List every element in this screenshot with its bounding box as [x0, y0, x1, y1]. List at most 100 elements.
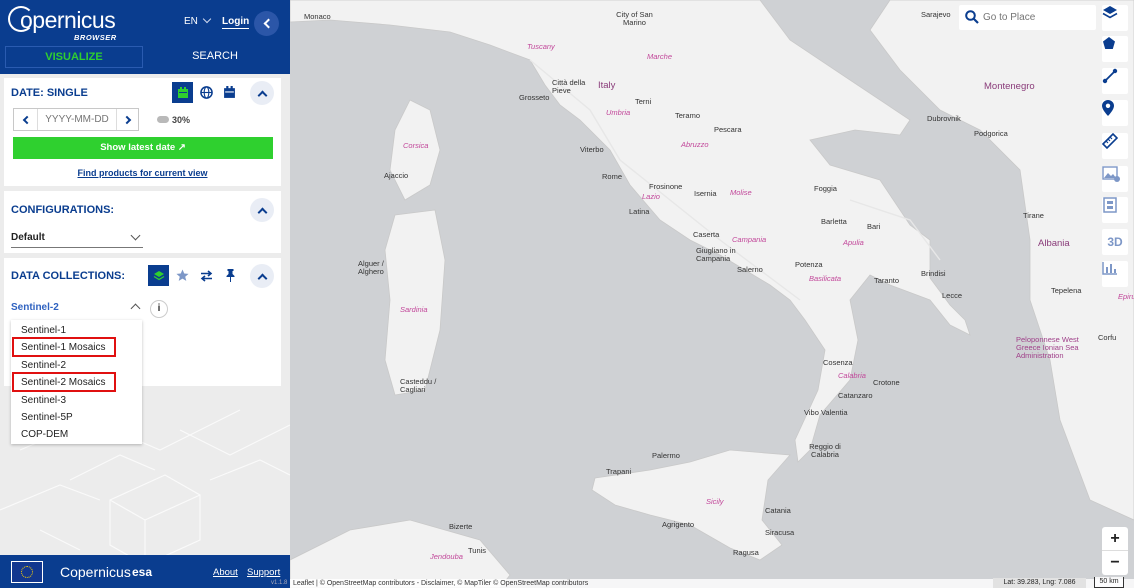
map-label-city: Agrigento [662, 520, 695, 529]
find-products-link[interactable]: Find products for current view [4, 168, 281, 178]
chevron-down-icon [202, 14, 212, 24]
tab-visualize[interactable]: VISUALIZE [5, 46, 143, 68]
map-pin-icon [1102, 100, 1114, 116]
highlight-box [12, 337, 116, 357]
top-bar: opernicus BROWSER EN Login VISUALIZE SEA… [0, 0, 290, 74]
date-range-mode-button[interactable] [219, 82, 240, 103]
map-label-city: Catanzaro [838, 391, 873, 400]
map-label-city: Ragusa [733, 548, 759, 557]
collapse-date-panel-button[interactable] [250, 81, 274, 105]
map-label-region: Abruzzo [681, 140, 709, 149]
go-to-place-search[interactable] [959, 5, 1096, 30]
configuration-selected: Default [11, 232, 45, 243]
option-sentinel-1[interactable]: Sentinel-1 [21, 325, 66, 336]
map-label-city: Potenza [795, 260, 823, 269]
esa-footer-logo[interactable]: esa [132, 565, 152, 579]
option-cop-dem[interactable]: COP-DEM [21, 429, 68, 440]
about-link[interactable]: About [213, 567, 238, 578]
map-label-city: Podgorica [974, 129, 1008, 138]
timelapse-button[interactable] [1102, 197, 1128, 223]
sidebar: opernicus BROWSER EN Login VISUALIZE SEA… [0, 0, 290, 588]
single-date-mode-button[interactable] [172, 82, 193, 103]
timelapse-mode-button[interactable] [196, 82, 217, 103]
chevron-left-icon [263, 18, 273, 29]
language-selector[interactable]: EN [184, 14, 212, 27]
map-label-city: Bizerte [449, 522, 473, 531]
chevron-down-icon [130, 230, 141, 241]
compare-button[interactable] [196, 265, 217, 286]
date-panel: DATE: SINGLE 30% Show latest date ↗ Find… [4, 78, 281, 186]
option-sentinel-2[interactable]: Sentinel-2 [21, 360, 66, 371]
map-label-albania: Albania [1038, 238, 1070, 249]
map-label-city: Casteddu / Cagliari [400, 377, 437, 394]
map-label-city: Catania [765, 506, 791, 515]
search-input[interactable] [983, 9, 1083, 25]
info-button[interactable]: i [150, 300, 168, 318]
measure-button[interactable] [1102, 133, 1128, 159]
map-view[interactable]: Italy Montenegro Albania Tuscany Marche … [290, 0, 1134, 588]
data-collection-select[interactable]: Sentinel-2 [11, 302, 143, 320]
cloud-coverage-value: 30% [172, 115, 191, 125]
map-label-city: Taranto [874, 276, 900, 285]
chevron-up-icon [257, 90, 267, 100]
cloud-icon [157, 116, 169, 123]
copernicus-browser-logo[interactable]: opernicus BROWSER [8, 4, 138, 42]
map-label-city: Corfu [1098, 333, 1117, 342]
map-label-sea-administration: Peloponnese West Greece Ionian Sea Admin… [1016, 335, 1079, 360]
support-link[interactable]: Support [247, 567, 280, 578]
draw-line-button[interactable] [1102, 68, 1128, 94]
map-scale-bar: 50 km [1094, 577, 1124, 588]
collapse-sidebar-button[interactable] [254, 11, 279, 36]
image-download-button[interactable] [1102, 166, 1128, 192]
map-label-city: Siracusa [765, 528, 795, 537]
calendar-single-icon [177, 86, 188, 98]
date-input[interactable] [37, 109, 117, 130]
data-collection-selected: Sentinel-2 [11, 302, 59, 313]
login-link[interactable]: Login [222, 16, 250, 29]
map-label-city: Trapani [606, 467, 632, 476]
configurations-title: CONFIGURATIONS: [11, 204, 115, 216]
configurations-panel: CONFIGURATIONS: Default [4, 191, 281, 253]
swap-arrows-icon [200, 269, 213, 282]
tab-search[interactable]: SEARCH [146, 46, 284, 68]
map-label-city: Terni [635, 97, 652, 106]
statistics-button[interactable] [1102, 261, 1128, 287]
cursor-coordinates: Lat: 39.283, Lng: 7.086 [993, 578, 1086, 588]
collapse-configurations-button[interactable] [250, 198, 274, 222]
data-collections-title: DATA COLLECTIONS: [11, 270, 126, 282]
layers-tool-button[interactable] [1102, 5, 1128, 31]
map-label-region: Sicily [706, 497, 724, 506]
map-label-city: Teramo [675, 111, 701, 120]
3d-view-button[interactable]: 3D [1102, 229, 1128, 255]
bar-chart-icon [1102, 262, 1117, 275]
collections-layers-button[interactable] [148, 265, 169, 286]
previous-date-button[interactable] [14, 109, 36, 130]
draw-polygon-button[interactable] [1102, 36, 1128, 62]
zoom-out-button[interactable]: − [1102, 551, 1128, 575]
map-label-region: Tuscany [527, 42, 555, 51]
configuration-select[interactable]: Default [11, 229, 143, 248]
copernicus-footer-logo[interactable]: Copernicus [60, 564, 131, 580]
map-label-city: Crotone [873, 378, 900, 387]
date-panel-title: DATE: SINGLE [11, 87, 88, 99]
highlight-box [12, 372, 116, 392]
pin-button[interactable] [220, 265, 241, 286]
cloud-coverage[interactable]: 30% [157, 115, 190, 125]
map-label-city: Rome [602, 172, 623, 181]
map-label-region: Marche [647, 52, 673, 61]
layers-icon [153, 270, 164, 280]
eu-flag-icon[interactable] [11, 561, 43, 583]
option-sentinel-3[interactable]: Sentinel-3 [21, 395, 66, 406]
version-label: v1.1.8 [271, 580, 288, 586]
option-sentinel-5p[interactable]: Sentinel-5P [21, 412, 73, 423]
pin-icon [226, 269, 235, 282]
layers-icon [1102, 6, 1118, 19]
place-marker-button[interactable] [1102, 100, 1128, 126]
show-latest-date-button[interactable]: Show latest date ↗ [13, 137, 273, 159]
collapse-data-collections-button[interactable] [250, 264, 274, 288]
logo-text: opernicus [20, 7, 116, 33]
zoom-in-button[interactable]: + [1102, 527, 1128, 551]
next-date-button[interactable] [117, 109, 139, 130]
map-label-city: Giugliano in Campania [696, 246, 736, 263]
favourites-button[interactable] [172, 265, 193, 286]
